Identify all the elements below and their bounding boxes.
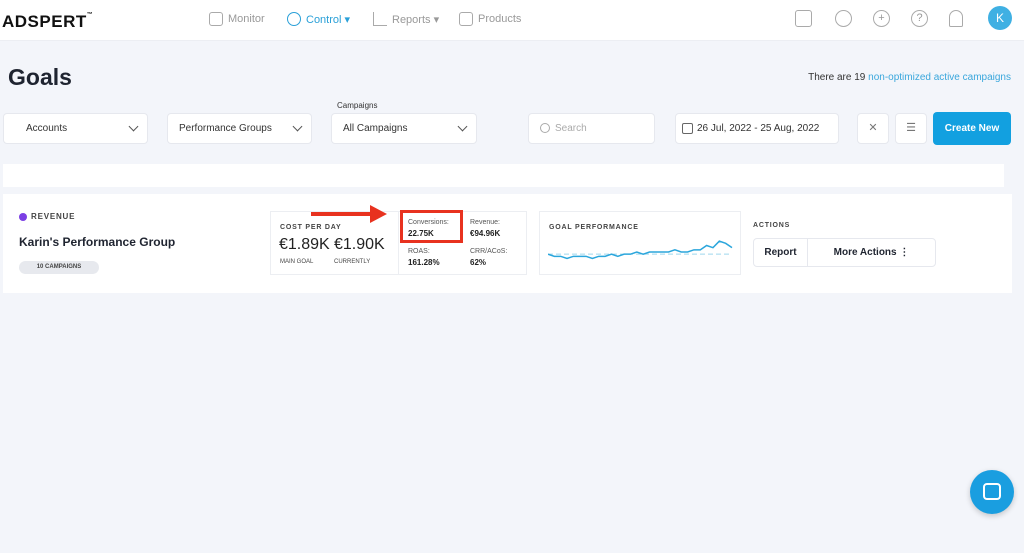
goal-type-label: REVENUE — [31, 212, 76, 221]
nav-label: Monitor — [228, 13, 265, 25]
dashboard-icon — [209, 12, 223, 26]
report-button[interactable]: Report — [753, 238, 808, 267]
collapse-icon: ✕ — [868, 122, 878, 134]
box-icon — [459, 12, 473, 26]
search-placeholder: Search — [555, 123, 587, 134]
accounts-dropdown[interactable]: Accounts — [3, 113, 148, 144]
revenue-dot-icon — [19, 212, 27, 221]
goal-performance-box[interactable]: GOAL PERFORMANCE — [539, 211, 741, 275]
search-input[interactable]: Search — [528, 113, 655, 144]
dropdown-label: Accounts — [26, 123, 68, 134]
crr-label: CRR/ACoS: — [470, 248, 508, 255]
campaigns-dropdown[interactable]: All Campaigns — [331, 113, 477, 144]
currently-label: CURRENTLY — [334, 259, 371, 265]
roas-label: ROAS: — [408, 248, 430, 255]
list-icon: ☰ — [906, 122, 916, 134]
campaigns-label: Campaigns — [337, 101, 378, 110]
dropdown-label: All Campaigns — [343, 123, 408, 134]
crr-value: 62% — [470, 258, 487, 267]
main-goal-label: MAIN GOAL — [280, 259, 314, 265]
arrow-annotation — [311, 212, 373, 216]
table-header-strip — [3, 164, 1004, 187]
top-bar: ADSPERT™ Monitor Control ▾ Reports ▾ Pro… — [0, 0, 1024, 41]
highlight-box — [400, 210, 463, 243]
chat-button[interactable] — [970, 470, 1014, 514]
nav-control[interactable]: Control ▾ — [287, 12, 350, 26]
trademark: ™ — [86, 12, 94, 18]
create-new-button[interactable]: Create New — [933, 112, 1011, 145]
plus-icon[interactable]: + — [873, 10, 890, 27]
arrow-head — [370, 205, 387, 223]
avatar[interactable]: K — [988, 6, 1012, 30]
chart-icon — [373, 12, 387, 26]
trend-line — [548, 240, 733, 260]
cost-title: COST PER DAY — [280, 224, 342, 231]
goal-name[interactable]: Karin's Performance Group — [19, 235, 175, 249]
nav-products[interactable]: Products — [459, 12, 521, 26]
dropdown-label: Performance Groups — [179, 123, 272, 134]
logo-text: ADSPERT — [2, 12, 87, 31]
page-title: Goals — [8, 64, 72, 90]
clock-icon[interactable] — [835, 10, 852, 27]
nav-reports[interactable]: Reports ▾ — [373, 12, 439, 26]
nav-label: Products — [478, 13, 522, 25]
campaigns-badge[interactable]: 10 CAMPAIGNS — [19, 261, 99, 274]
chevron-down-icon — [457, 121, 468, 132]
main-goal-value: €1.89K — [279, 236, 330, 253]
roas-value: 161.28% — [408, 258, 440, 267]
notice: There are 19 non-optimized active campai… — [808, 72, 1011, 83]
date-range-picker[interactable]: 26 Jul, 2022 - 25 Aug, 2022 — [675, 113, 839, 144]
collapse-button[interactable]: ✕ — [857, 113, 889, 144]
goal-performance-sparkline — [548, 240, 733, 260]
chevron-down-icon — [128, 121, 139, 132]
performance-title: GOAL PERFORMANCE — [549, 224, 639, 231]
help-icon[interactable]: ? — [911, 10, 928, 27]
date-range-text: 26 Jul, 2022 - 25 Aug, 2022 — [697, 123, 820, 134]
nav-monitor[interactable]: Monitor — [209, 12, 265, 26]
more-actions-button[interactable]: More Actions ⋮ — [807, 238, 936, 267]
revenue-value: €94.96K — [470, 229, 501, 238]
goal-type: REVENUE — [19, 212, 75, 221]
accounts-switch-icon[interactable] — [795, 10, 812, 27]
list-view-button[interactable]: ☰ — [895, 113, 927, 144]
nav-label: Reports ▾ — [392, 13, 440, 26]
logo[interactable]: ADSPERT™ — [2, 12, 93, 32]
control-icon — [287, 12, 301, 26]
bell-icon[interactable] — [949, 10, 963, 27]
actions-title: ACTIONS — [753, 222, 791, 229]
current-value: €1.90K — [334, 236, 385, 253]
search-icon — [540, 123, 550, 133]
nav-label: Control ▾ — [306, 13, 351, 26]
revenue-label: Revenue: — [470, 219, 500, 226]
notice-text: There are 19 — [808, 72, 869, 83]
non-optimized-link[interactable]: non-optimized active campaigns — [868, 72, 1011, 83]
calendar-icon — [682, 123, 693, 134]
performance-groups-dropdown[interactable]: Performance Groups — [167, 113, 312, 144]
chat-icon — [983, 483, 1001, 500]
chevron-down-icon — [292, 121, 303, 132]
